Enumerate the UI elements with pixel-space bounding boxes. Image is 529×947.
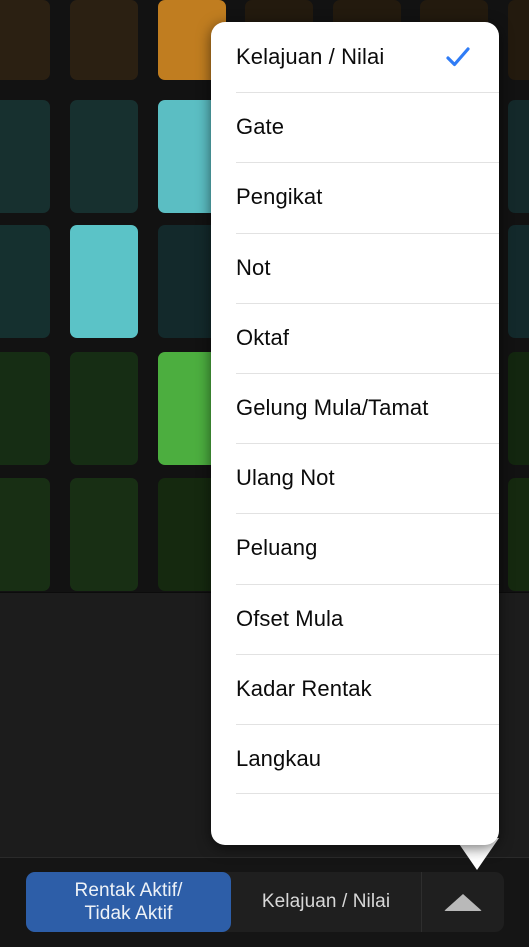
menu-item[interactable]: Gelung Mula/Tamat xyxy=(211,372,499,443)
menu-item-label: Peluang xyxy=(236,535,318,561)
menu-item[interactable]: Oktaf xyxy=(211,302,499,373)
step-cell[interactable] xyxy=(70,0,138,80)
menu-item-label: Langkau xyxy=(236,745,322,771)
menu-item-label: Ulang Not xyxy=(236,465,335,491)
step-cell[interactable] xyxy=(508,0,529,80)
checkmark-icon xyxy=(445,44,471,70)
step-cell[interactable] xyxy=(0,0,50,80)
step-on-off-toggle-button[interactable]: Rentak Aktif/ Tidak Aktif xyxy=(26,872,231,932)
triangle-up-icon xyxy=(444,893,482,911)
step-cell[interactable] xyxy=(0,478,50,591)
menu-item[interactable]: Kadar Rentak xyxy=(211,653,499,724)
menu-item[interactable]: Ofset Mula xyxy=(211,583,499,654)
menu-item-label: Pengikat xyxy=(236,184,323,210)
menu-item-label: Oktaf xyxy=(236,324,290,350)
menu-item[interactable]: Peluang xyxy=(211,513,499,583)
menu-item-label: Ofset Mula xyxy=(236,605,344,631)
step-cell[interactable] xyxy=(0,225,50,338)
step-sequencer-screen: Rentak Aktif/ Tidak Aktif Kelajuan / Nil… xyxy=(0,0,529,947)
menu-item-label: Not xyxy=(236,254,271,280)
parameter-disclosure-button[interactable] xyxy=(421,872,504,932)
step-cell[interactable] xyxy=(508,478,529,591)
menu-item[interactable]: Langkau xyxy=(211,723,499,795)
toggle-button-label-line1: Rentak Aktif/ xyxy=(74,880,183,901)
parameter-popover-menu[interactable]: Kelajuan / Nilai Gate Pengikat Not Oktaf Gelu… xyxy=(211,22,499,845)
step-cell[interactable] xyxy=(508,100,529,213)
step-cell[interactable] xyxy=(508,352,529,465)
step-cell[interactable] xyxy=(0,352,50,465)
menu-item-label: Gelung Mula/Tamat xyxy=(236,395,429,421)
step-cell[interactable] xyxy=(70,352,138,465)
menu-item-label: Kelajuan / Nilai xyxy=(236,44,385,70)
menu-item[interactable]: Kelajuan / Nilai xyxy=(211,22,499,92)
step-cell[interactable] xyxy=(70,225,138,338)
current-parameter-label[interactable]: Kelajuan / Nilai xyxy=(231,872,421,932)
step-cell[interactable] xyxy=(70,478,138,591)
step-cell[interactable] xyxy=(508,225,529,338)
bottom-toolbar-inner: Rentak Aktif/ Tidak Aktif Kelajuan / Nil… xyxy=(26,872,504,932)
menu-item[interactable]: Not xyxy=(211,232,499,303)
bottom-toolbar: Rentak Aktif/ Tidak Aktif Kelajuan / Nil… xyxy=(0,857,529,947)
menu-item[interactable]: Ulang Not xyxy=(211,443,499,513)
menu-item[interactable]: Gate xyxy=(211,92,499,162)
toggle-button-label-line2: Tidak Aktif xyxy=(84,903,173,924)
step-cell[interactable] xyxy=(0,100,50,213)
step-cell[interactable] xyxy=(70,100,138,213)
menu-item-label: Kadar Rentak xyxy=(236,675,372,701)
menu-item[interactable]: Pengikat xyxy=(211,162,499,232)
menu-item-label: Gate xyxy=(236,114,285,140)
